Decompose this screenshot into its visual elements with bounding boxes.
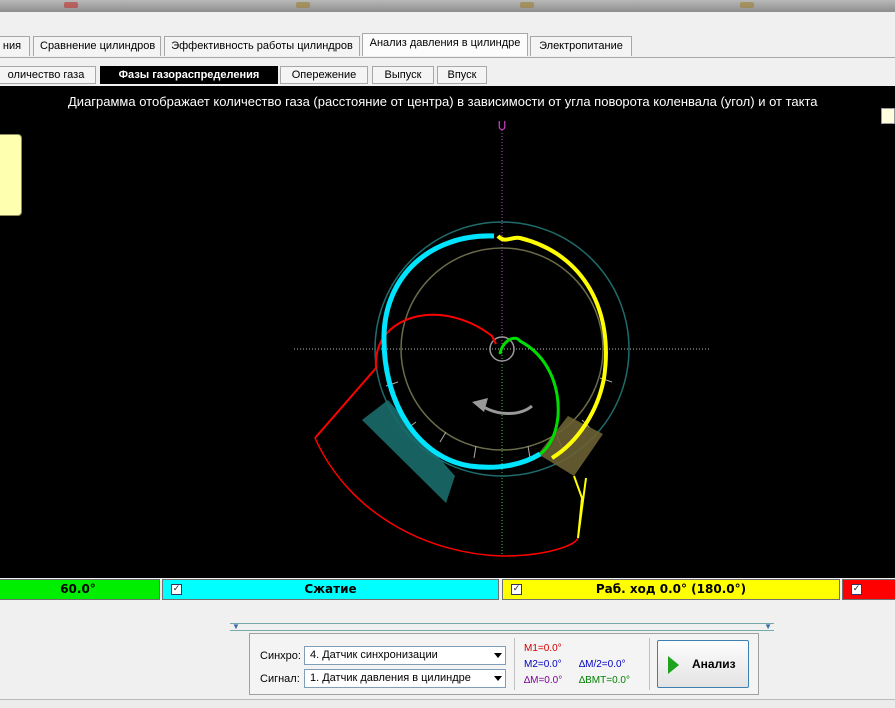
polar-diagram-canvas[interactable]: U Диаграмма отображает количество газа (… bbox=[0, 86, 895, 578]
tab-cylinder-comparison[interactable]: Сравнение цилиндров bbox=[33, 36, 161, 56]
strip-decoration bbox=[740, 2, 754, 8]
signal-select-value: 1. Датчик давления в цилиндре bbox=[310, 672, 471, 684]
phase-exhaust[interactable]: ✓ bbox=[842, 579, 895, 600]
tab-power-supply[interactable]: Электропитание bbox=[530, 36, 632, 56]
polar-diagram: U bbox=[294, 119, 710, 557]
main-tab-bar: ния Сравнение цилиндров Эффективность ра… bbox=[0, 33, 895, 58]
strip-decoration bbox=[64, 2, 78, 8]
top-dead-center-marker: U bbox=[498, 119, 507, 133]
rotation-arrow-icon bbox=[472, 398, 488, 412]
subtab-valve-timing[interactable]: Фазы газораспределения bbox=[100, 66, 278, 84]
exhaust-sector bbox=[362, 400, 455, 503]
sync-label: Синхро: bbox=[260, 650, 301, 662]
rotation-arc bbox=[481, 404, 533, 415]
compression-checkbox[interactable]: ✓ bbox=[171, 584, 182, 595]
marker-delta-bmt: ∆BMT=0.0° bbox=[579, 675, 630, 686]
marker-m2: M2=0.0° bbox=[524, 659, 562, 670]
sync-select-value: 4. Датчик синхронизации bbox=[310, 649, 438, 661]
sub-tab-bar: оличество газа Фазы газораспределения Оп… bbox=[0, 66, 895, 86]
analysis-control-panel: Синхро: 4. Датчик синхронизации Сигнал: … bbox=[249, 633, 759, 695]
legend-tooltip-box bbox=[0, 134, 22, 216]
sync-select[interactable]: 4. Датчик синхронизации bbox=[304, 646, 506, 665]
panel-splitter[interactable]: ▼ ▼ bbox=[230, 622, 774, 631]
phase-power-stroke[interactable]: ✓ Раб. ход 0.0° (180.0°) bbox=[502, 579, 840, 600]
subtab-gas-amount[interactable]: оличество газа bbox=[0, 66, 96, 84]
side-indicator-box bbox=[881, 108, 895, 124]
subtab-advance[interactable]: Опережение bbox=[280, 66, 368, 84]
play-icon bbox=[668, 656, 679, 674]
tab-cylinder-efficiency[interactable]: Эффективность работы цилиндров bbox=[164, 36, 360, 56]
green-phase-curve bbox=[498, 336, 560, 462]
subtab-intake[interactable]: Впуск bbox=[437, 66, 487, 84]
power-stroke-checkbox[interactable]: ✓ bbox=[511, 584, 522, 595]
splitter-left-arrow-icon: ▼ bbox=[232, 622, 240, 631]
tab-pressure-analysis[interactable]: Анализ давления в цилиндре bbox=[362, 33, 528, 56]
signal-select[interactable]: 1. Датчик давления в цилиндре bbox=[304, 669, 506, 688]
phase-intake[interactable]: 60.0° bbox=[0, 579, 160, 600]
phase-label: Раб. ход 0.0° (180.0°) bbox=[595, 582, 747, 596]
chevron-down-icon bbox=[494, 653, 502, 658]
yellow-phase-tail bbox=[573, 475, 587, 539]
panel-divider bbox=[514, 638, 515, 690]
analyze-button[interactable]: Анализ bbox=[657, 640, 749, 688]
phase-compression[interactable]: ✓ Сжатие bbox=[162, 579, 499, 600]
signal-label: Сигнал: bbox=[260, 673, 300, 685]
strip-decoration bbox=[520, 2, 534, 8]
subtab-exhaust[interactable]: Выпуск bbox=[372, 66, 434, 84]
panel-divider bbox=[649, 638, 650, 690]
diagram-caption: Диаграмма отображает количество газа (ра… bbox=[68, 94, 818, 109]
phase-label: Сжатие bbox=[304, 582, 357, 596]
strip-decoration bbox=[296, 2, 310, 8]
phase-bar: 60.0° ✓ Сжатие ✓ Раб. ход 0.0° (180.0°) … bbox=[0, 578, 895, 602]
marker-half-delta-m: ∆M/2=0.0° bbox=[579, 659, 626, 670]
tab-main-0[interactable]: ния bbox=[0, 36, 30, 56]
chevron-down-icon bbox=[494, 676, 502, 681]
analyze-button-label: Анализ bbox=[692, 657, 736, 671]
marker-delta-m: ∆M=0.0° bbox=[524, 675, 563, 686]
marker-m1: M1=0.0° bbox=[524, 643, 562, 654]
phase-label: 60.0° bbox=[60, 582, 96, 596]
exhaust-checkbox[interactable]: ✓ bbox=[851, 584, 862, 595]
tab-divider bbox=[0, 57, 895, 58]
top-window-strip bbox=[0, 0, 895, 12]
splitter-right-arrow-icon: ▼ bbox=[764, 622, 772, 631]
